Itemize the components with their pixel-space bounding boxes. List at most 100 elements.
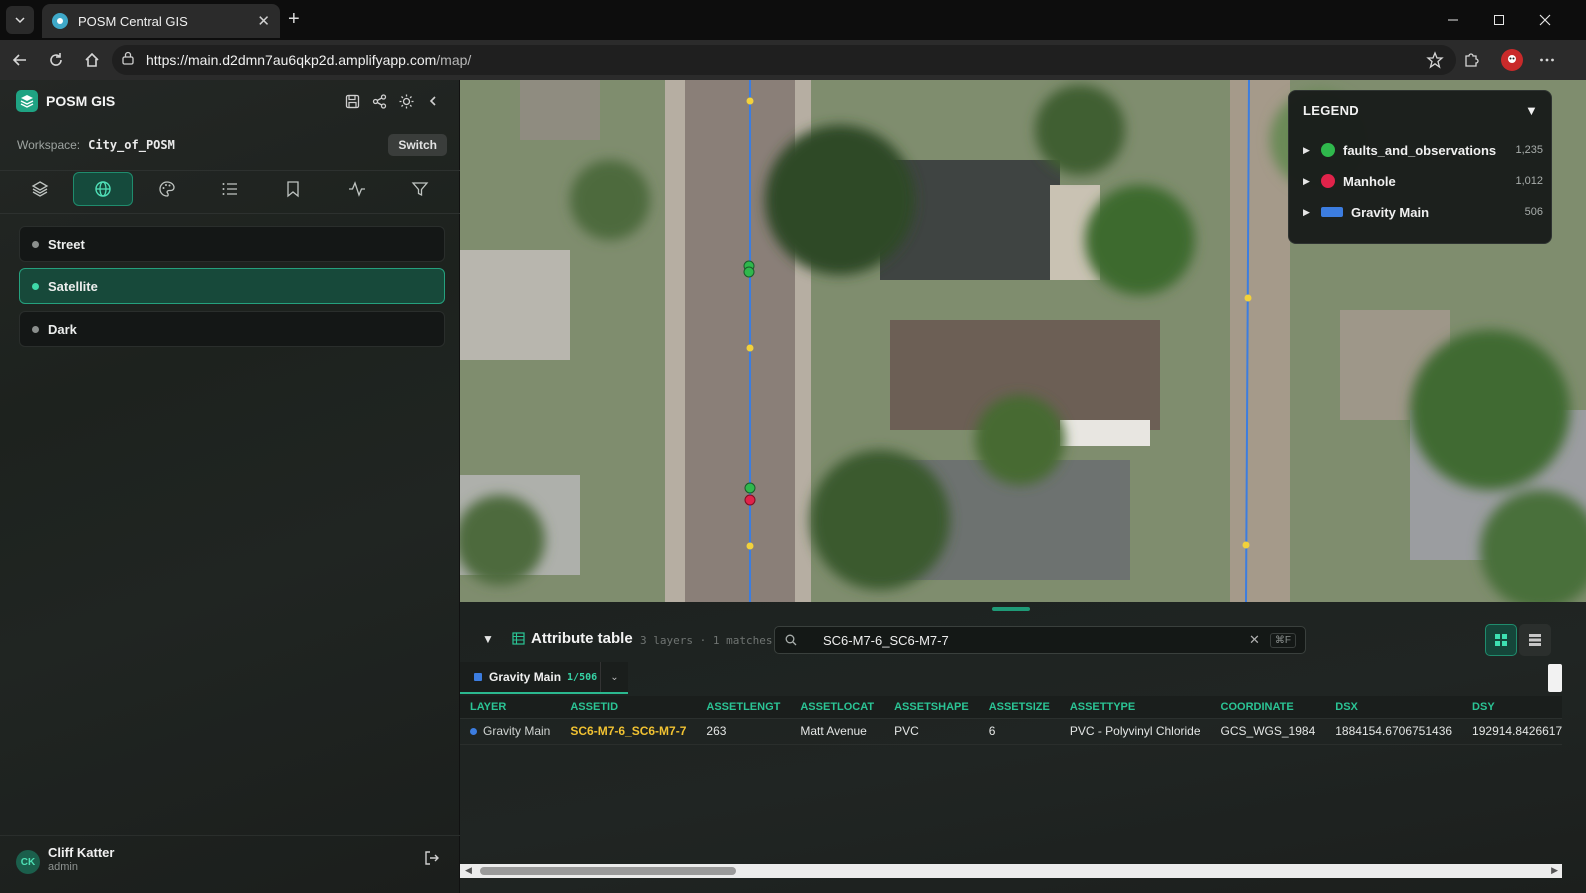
divider <box>0 170 460 171</box>
tab-list-button[interactable] <box>6 6 34 34</box>
cell-assetsize: 6 <box>978 718 1060 745</box>
save-icon[interactable] <box>341 90 363 112</box>
column-header[interactable]: DSX <box>1325 696 1463 719</box>
legend-item-name: Gravity Main <box>1351 204 1430 220</box>
bookmarks-tab[interactable] <box>263 172 323 206</box>
user-footer: CK Cliff Katter admin <box>0 835 460 893</box>
more-menu-icon[interactable] <box>1537 50 1557 70</box>
basemap-label: Dark <box>48 321 77 337</box>
attribute-table-header: Attribute table <box>512 630 633 647</box>
shortcut-hint: ⌘F <box>1269 632 1296 648</box>
grid-view-icon <box>1495 634 1507 646</box>
url-field[interactable]: https://main.d2dmn7au6qkp2d.amplifyapp.c… <box>112 45 1456 75</box>
layer-tab-name: Gravity Main <box>489 670 562 684</box>
table-row[interactable]: Gravity Main SC6-M7-6_SC6-M7-7 263 Matt … <box>460 718 1562 745</box>
home-icon[interactable] <box>82 50 102 70</box>
basemap-option-dark[interactable]: Dark <box>19 311 445 347</box>
column-header[interactable]: ASSETLENGT <box>696 696 791 719</box>
activity-tab[interactable] <box>327 172 387 206</box>
style-tab[interactable] <box>137 172 197 206</box>
column-header[interactable]: ASSETTYPE <box>1059 696 1211 719</box>
column-header[interactable]: ASSETID <box>560 696 697 719</box>
extensions-puzzle-icon[interactable] <box>1461 50 1481 70</box>
legend-item-count: 1,235 <box>1515 144 1543 156</box>
vertical-scrollbar[interactable] <box>1548 664 1562 692</box>
table-header-row: LAYER ASSETID ASSETLENGT ASSETLOCAT ASSE… <box>460 696 1562 719</box>
legend-collapse-icon[interactable]: ▼ <box>1525 103 1538 118</box>
sidebar: POSM GIS Workspace: City_of_POSM Switch <box>0 80 460 893</box>
column-header[interactable]: DSY <box>1462 696 1562 719</box>
legend-panel: LEGEND ▼ ▶ faults_and_observations 1,235… <box>1288 90 1552 244</box>
reload-icon[interactable] <box>46 50 66 70</box>
favorite-star-icon[interactable] <box>1425 50 1445 70</box>
column-header[interactable]: ASSETSHAPE <box>884 696 979 719</box>
logout-icon[interactable] <box>424 850 440 871</box>
lock-icon <box>122 51 134 70</box>
sidebar-tool-tabs <box>10 172 450 208</box>
workspace-name: City_of_POSM <box>88 138 175 152</box>
layers-tab[interactable] <box>10 172 70 206</box>
grid-view-button[interactable] <box>1485 624 1517 656</box>
cell-assetid[interactable]: SC6-M7-6_SC6-M7-7 <box>560 718 697 745</box>
scroll-right-arrow-icon[interactable]: ▶ <box>1551 865 1558 876</box>
basemap-option-street[interactable]: Street <box>19 226 445 262</box>
attribute-table: LAYER ASSETID ASSETLENGT ASSETLOCAT ASSE… <box>460 696 1562 861</box>
clear-search-icon[interactable]: ✕ <box>1249 632 1260 648</box>
layer-dropdown-chevron-icon[interactable]: ⌄ <box>600 662 628 692</box>
scrollbar-thumb[interactable] <box>480 867 736 875</box>
tab-close-icon[interactable]: ✕ <box>257 12 270 30</box>
column-header[interactable]: ASSETLOCAT <box>790 696 885 719</box>
switch-workspace-button[interactable]: Switch <box>388 134 447 156</box>
expand-arrow-icon[interactable]: ▶ <box>1303 207 1317 218</box>
back-arrow-icon[interactable] <box>10 50 30 70</box>
theme-sun-icon[interactable] <box>395 90 417 112</box>
new-tab-icon[interactable]: + <box>288 8 300 31</box>
list-tab[interactable] <box>200 172 260 206</box>
column-header[interactable]: LAYER <box>460 696 561 719</box>
collapse-table-icon[interactable]: ▼ <box>482 632 494 646</box>
legend-item-faults[interactable]: ▶ faults_and_observations 1,235 <box>1303 140 1543 160</box>
expand-arrow-icon[interactable]: ▶ <box>1303 176 1317 187</box>
activity-icon <box>348 181 365 197</box>
legend-item-manhole[interactable]: ▶ Manhole 1,012 <box>1303 171 1543 191</box>
column-header[interactable]: ASSETSIZE <box>978 696 1060 719</box>
cell-dsy: 192914.8426617235 <box>1462 718 1562 745</box>
filter-icon <box>411 182 429 197</box>
cell-assetlength: 263 <box>696 718 791 745</box>
basemap-tab[interactable] <box>73 172 134 206</box>
table-search-input[interactable]: SC6-M7-6_SC6-M7-7 ✕ ⌘F <box>774 626 1306 654</box>
browser-tab-bar: POSM Central GIS ✕ + <box>0 0 1586 40</box>
site-favicon-icon <box>52 13 68 29</box>
posm-logo-icon <box>16 90 38 112</box>
legend-item-count: 506 <box>1524 206 1543 218</box>
browser-tab[interactable]: POSM Central GIS ✕ <box>42 4 280 38</box>
workspace-row: Workspace: City_of_POSM Switch <box>17 134 447 156</box>
attribute-table-title: Attribute table <box>531 630 633 647</box>
legend-item-gravity-main[interactable]: ▶ Gravity Main 506 <box>1303 202 1543 222</box>
basemap-option-satellite[interactable]: Satellite <box>19 268 445 304</box>
radio-dot-icon <box>32 325 39 333</box>
collapse-sidebar-chevron-icon[interactable] <box>422 90 444 112</box>
layer-tab-gravity-main[interactable]: Gravity Main 1/506 ⌄ <box>460 662 628 694</box>
palette-icon <box>159 181 175 197</box>
column-header[interactable]: COORDINATE <box>1210 696 1326 719</box>
legend-item-name: faults_and_observations <box>1343 142 1497 158</box>
minimize-icon[interactable] <box>1430 0 1476 40</box>
globe-icon <box>95 181 112 197</box>
search-icon <box>785 634 797 646</box>
share-icon[interactable] <box>368 90 390 112</box>
map-canvas[interactable]: LEGEND ▼ ▶ faults_and_observations 1,235… <box>460 80 1586 602</box>
close-window-icon[interactable] <box>1522 0 1568 40</box>
legend-title: LEGEND <box>1303 103 1359 118</box>
list-view-button[interactable] <box>1519 624 1551 656</box>
maximize-icon[interactable] <box>1476 0 1522 40</box>
profile-avatar[interactable] <box>1501 49 1523 71</box>
cell-layer: Gravity Main <box>460 718 561 745</box>
scroll-left-arrow-icon[interactable]: ◀ <box>465 865 472 876</box>
horizontal-scrollbar[interactable]: ◀ ▶ <box>460 864 1562 878</box>
filter-tab[interactable] <box>390 172 450 206</box>
layer-color-swatch <box>474 673 482 681</box>
cell-dsx: 1884154.6706751436 <box>1325 718 1463 745</box>
expand-arrow-icon[interactable]: ▶ <box>1303 145 1317 156</box>
resize-handle[interactable] <box>992 607 1030 611</box>
